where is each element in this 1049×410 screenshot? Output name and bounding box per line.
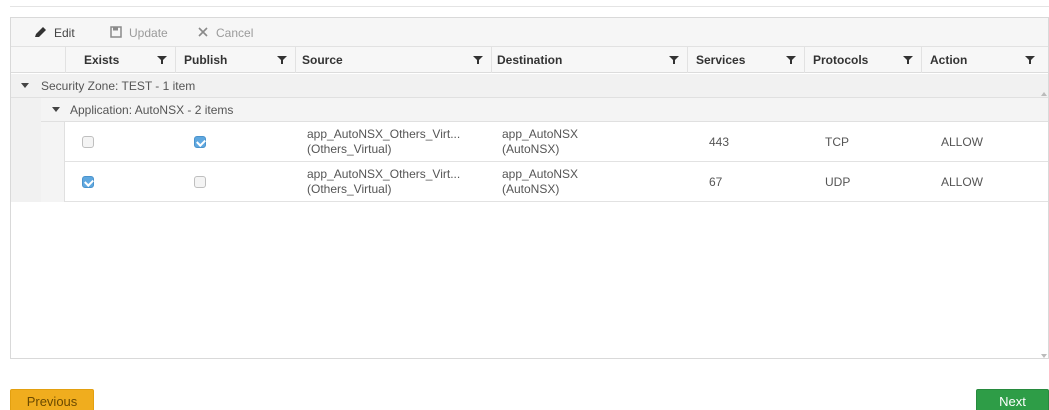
action-cell: ALLOW xyxy=(941,175,984,189)
group-label: Application: AutoNSX - 2 items xyxy=(70,102,234,117)
scroll-up-icon[interactable] xyxy=(1041,92,1047,96)
table-row[interactable]: app_AutoNSX_Others_Virt... (Others_Virtu… xyxy=(65,162,1048,202)
source-cell: app_AutoNSX_Others_Virt... (Others_Virtu… xyxy=(307,122,460,162)
group-label: Security Zone: TEST - 1 item xyxy=(41,78,196,93)
exists-checkbox[interactable] xyxy=(82,176,94,188)
destination-cell: app_AutoNSX (AutoNSX) xyxy=(502,122,578,162)
filter-icon[interactable] xyxy=(1025,55,1035,65)
column-label: Destination xyxy=(497,53,563,67)
source-group: (Others_Virtual) xyxy=(307,182,392,196)
caret-down-icon[interactable] xyxy=(52,107,60,112)
update-button[interactable]: Update xyxy=(108,25,168,41)
column-header-source[interactable]: Source xyxy=(295,47,491,73)
filter-icon[interactable] xyxy=(157,55,167,65)
close-icon xyxy=(195,26,211,40)
cancel-label: Cancel xyxy=(216,26,254,40)
services-cell: 443 xyxy=(709,135,730,149)
source-name: app_AutoNSX_Others_Virt... xyxy=(307,127,461,141)
column-label: Action xyxy=(930,53,968,67)
publish-checkbox[interactable] xyxy=(194,176,206,188)
column-label: Services xyxy=(696,53,746,67)
exists-checkbox[interactable] xyxy=(82,136,94,148)
next-button[interactable]: Next xyxy=(976,389,1049,410)
protocols-cell: TCP xyxy=(825,135,849,149)
publish-cell xyxy=(194,162,206,202)
caret-down-icon[interactable] xyxy=(21,83,29,88)
save-icon xyxy=(108,25,124,41)
source-group: (Others_Virtual) xyxy=(307,142,392,156)
column-header-action[interactable]: Action xyxy=(921,47,1043,73)
top-divider xyxy=(10,6,1049,7)
destination-name: app_AutoNSX xyxy=(502,127,579,141)
filter-icon[interactable] xyxy=(786,55,796,65)
cancel-button[interactable]: Cancel xyxy=(195,26,253,40)
update-label: Update xyxy=(129,26,168,40)
column-header-publish[interactable]: Publish xyxy=(175,47,295,73)
source-cell: app_AutoNSX_Others_Virt... (Others_Virtu… xyxy=(307,162,460,202)
filter-icon[interactable] xyxy=(277,55,287,65)
publish-checkbox[interactable] xyxy=(194,136,206,148)
grid-toolbar: Edit Update Cancel xyxy=(11,18,1048,47)
column-label: Source xyxy=(302,53,343,67)
scroll-down-icon[interactable] xyxy=(1041,354,1047,358)
pencil-icon xyxy=(33,26,49,41)
destination-group: (AutoNSX) xyxy=(502,142,560,156)
destination-cell: app_AutoNSX (AutoNSX) xyxy=(502,162,578,202)
previous-button[interactable]: Previous xyxy=(10,389,94,410)
column-label: Exists xyxy=(84,53,120,67)
column-label: Publish xyxy=(184,53,228,67)
filter-icon[interactable] xyxy=(669,55,679,65)
column-header-services[interactable]: Services xyxy=(687,47,804,73)
destination-name: app_AutoNSX xyxy=(502,167,579,181)
group-row-application[interactable]: Application: AutoNSX - 2 items xyxy=(41,98,1048,122)
table-row[interactable]: app_AutoNSX_Others_Virt... (Others_Virtu… xyxy=(65,122,1048,162)
rules-grid: Edit Update Cancel Exists Publish Source xyxy=(10,17,1049,359)
edit-label: Edit xyxy=(54,26,75,40)
protocols-cell: UDP xyxy=(825,175,851,189)
exists-cell xyxy=(82,122,94,162)
filter-icon[interactable] xyxy=(903,55,913,65)
column-header-exists[interactable]: Exists xyxy=(65,47,175,73)
edit-button[interactable]: Edit xyxy=(33,26,75,40)
filter-icon[interactable] xyxy=(473,55,483,65)
source-name: app_AutoNSX_Others_Virt... xyxy=(307,167,461,181)
services-cell: 67 xyxy=(709,175,723,189)
column-label: Protocols xyxy=(813,53,869,67)
publish-cell xyxy=(194,122,206,162)
exists-cell xyxy=(82,162,94,202)
group-indent xyxy=(11,98,41,202)
group-row-security-zone[interactable]: Security Zone: TEST - 1 item xyxy=(11,74,1048,98)
destination-group: (AutoNSX) xyxy=(502,182,560,196)
action-cell: ALLOW xyxy=(941,135,984,149)
column-header-protocols[interactable]: Protocols xyxy=(804,47,921,73)
table-header: Exists Publish Source Destination Servic… xyxy=(11,47,1048,73)
group-indent xyxy=(41,122,65,202)
column-header-destination[interactable]: Destination xyxy=(491,47,687,73)
